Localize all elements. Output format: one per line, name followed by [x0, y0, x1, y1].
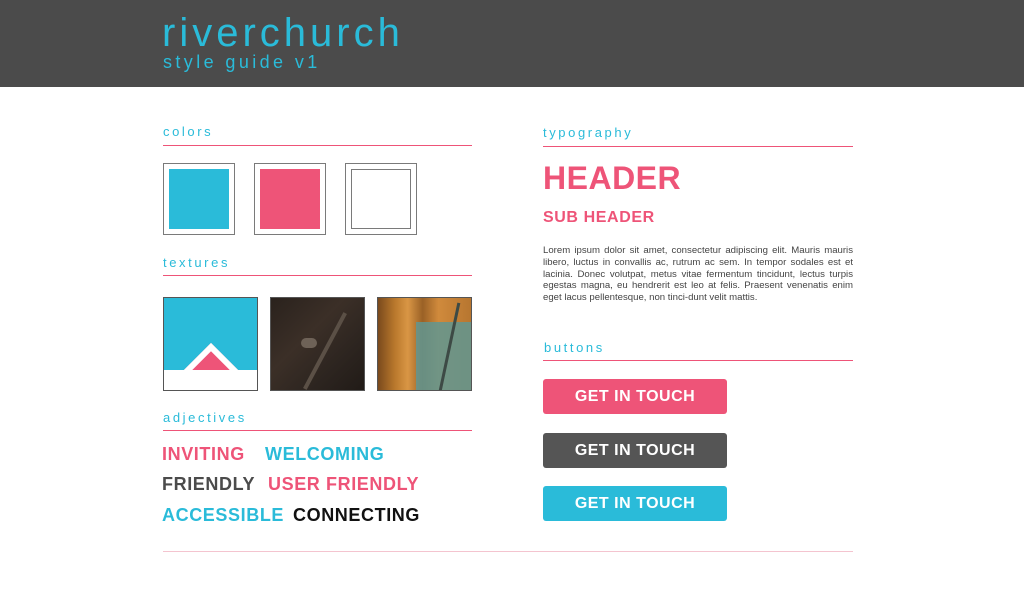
swatch-fill-white [351, 169, 411, 229]
adjectives-label: adjectives [163, 410, 247, 425]
texture-white-band [164, 370, 257, 390]
adjective-connecting: CONNECTING [293, 505, 420, 525]
mic-stand-shape [303, 312, 347, 390]
get-in-touch-button-gray[interactable]: GET IN TOUCH [543, 433, 727, 468]
mic-shape [301, 338, 317, 348]
typography-subheader-sample: SUB HEADER [543, 209, 655, 226]
swatch-fill-pink [260, 169, 320, 229]
adjective-accessible: ACCESSIBLE [162, 505, 285, 525]
adjective-friendly: FRIENDLY [162, 474, 256, 494]
typography-divider [543, 146, 853, 147]
colors-divider [163, 145, 472, 146]
brand-title: riverchurch [162, 11, 404, 55]
typography-body-sample: Lorem ipsum dolor sit amet, consectetur … [543, 245, 853, 304]
texture-stage-photo [377, 297, 472, 391]
textures-divider [163, 275, 472, 276]
teal-panel-shape [416, 322, 471, 390]
color-swatch-pink [254, 163, 326, 235]
buttons-divider [543, 360, 853, 361]
adjective-inviting: INVITING [162, 444, 245, 464]
textures-label: textures [163, 255, 231, 270]
get-in-touch-button-pink[interactable]: GET IN TOUCH [543, 379, 727, 414]
texture-microphone-photo [270, 297, 365, 391]
adjective-welcoming: WELCOMING [265, 444, 385, 464]
colors-label: colors [163, 124, 214, 139]
typography-header-sample: HEADER [543, 160, 682, 196]
footer-divider [163, 551, 853, 552]
texture-diamond-pattern [163, 297, 258, 391]
color-swatch-white [345, 163, 417, 235]
adjectives-divider [163, 430, 472, 431]
adjective-user-friendly: USER FRIENDLY [268, 474, 420, 494]
brand-subtitle: style guide v1 [163, 52, 321, 72]
top-bar: riverchurch style guide v1 [0, 0, 1024, 87]
color-swatch-cyan [163, 163, 235, 235]
typography-label: typography [543, 125, 634, 140]
get-in-touch-button-cyan[interactable]: GET IN TOUCH [543, 486, 727, 521]
swatch-fill-cyan [169, 169, 229, 229]
buttons-label: buttons [544, 340, 605, 355]
